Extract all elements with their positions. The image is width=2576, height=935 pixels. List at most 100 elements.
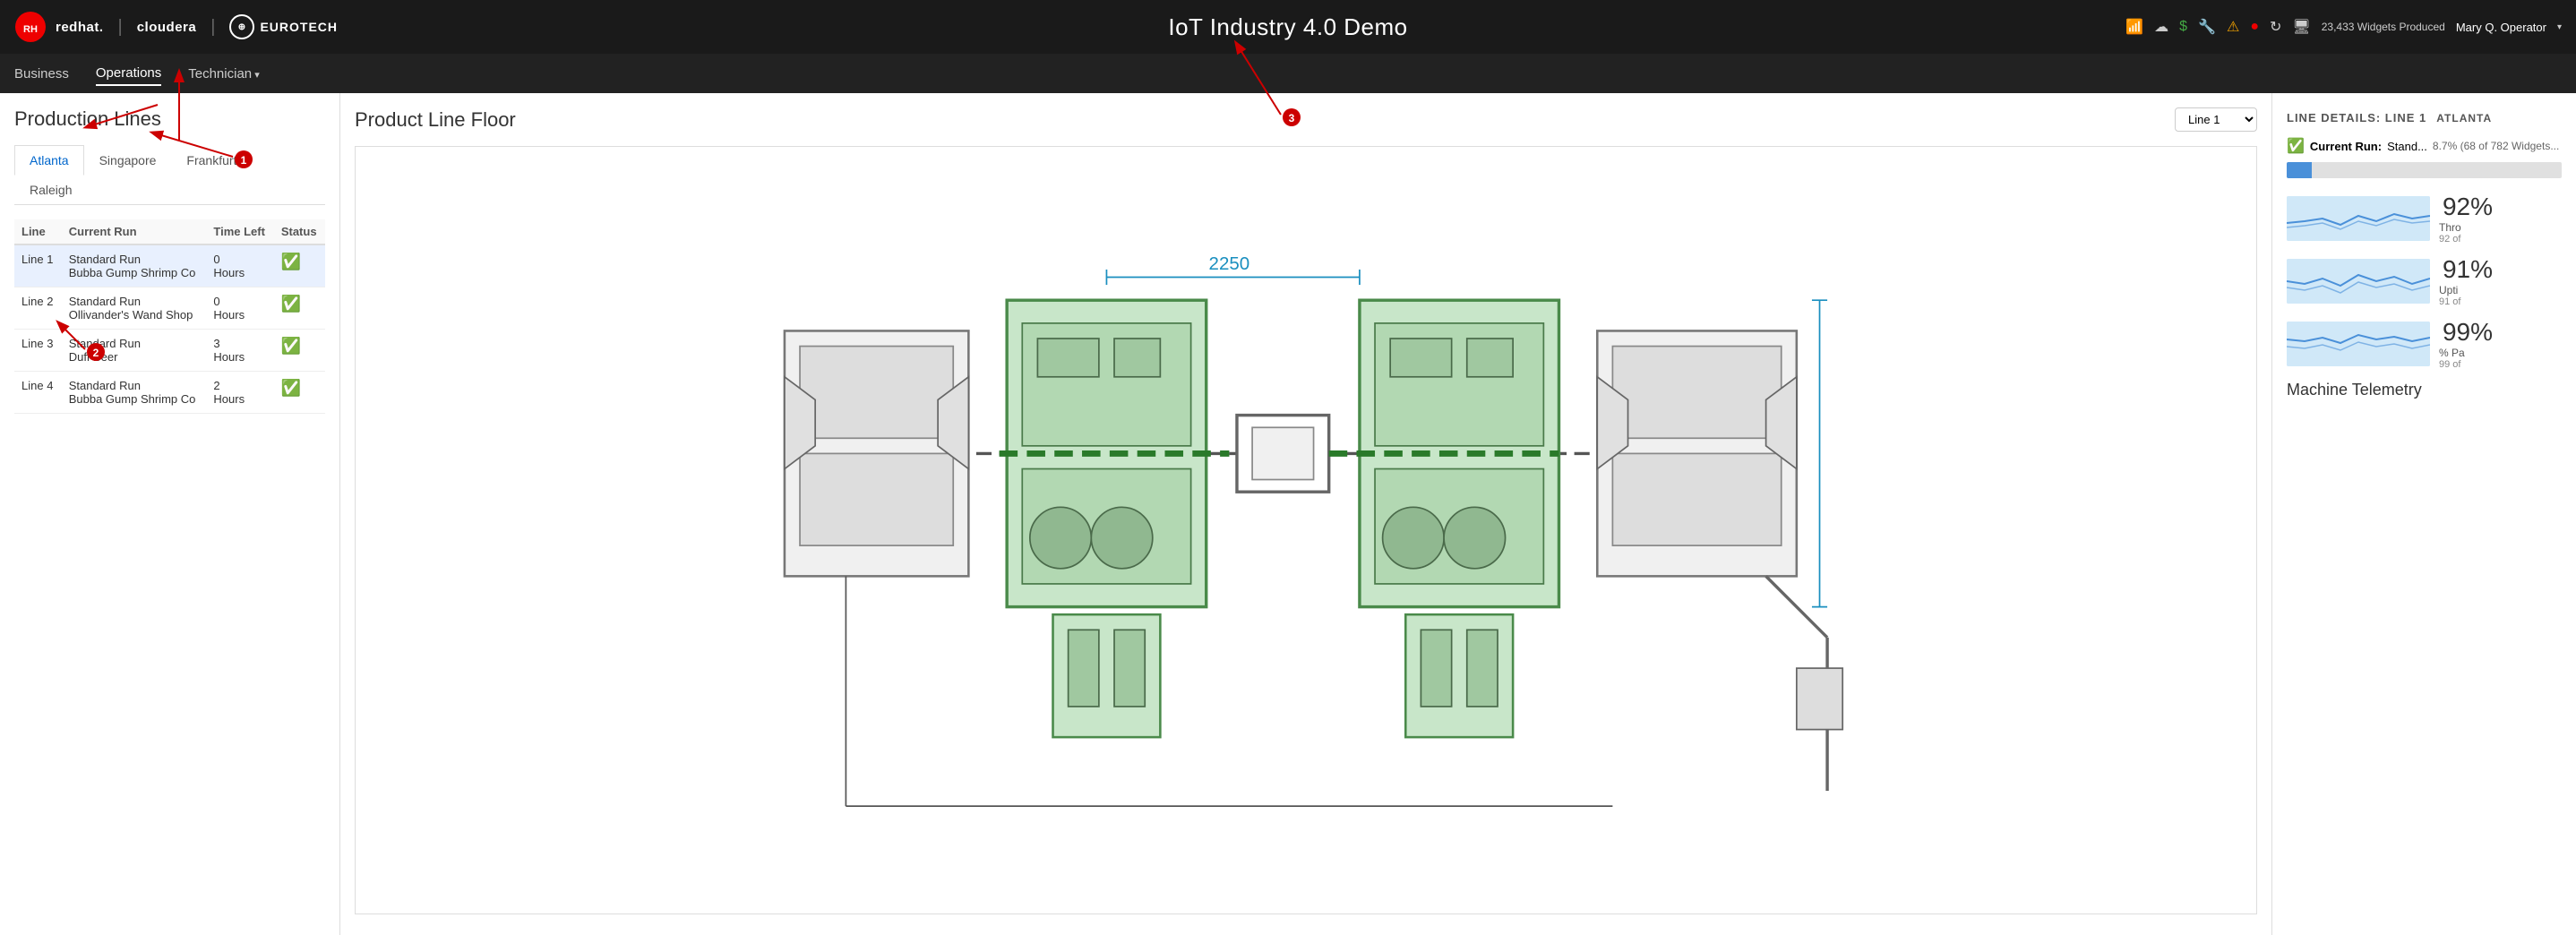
main-content: Production Lines Atlanta Singapore Frank… [0,93,2576,935]
metric-row-throughput: 92% Thro 92 of [2287,193,2562,244]
user-menu[interactable]: Mary Q. Operator [2456,21,2546,34]
location-badge: ATLANTA [2436,112,2492,124]
nav-technician[interactable]: Technician [188,63,259,85]
app-title: IoT Industry 4.0 Demo [1168,13,1407,41]
tab-singapore[interactable]: Singapore [84,145,172,175]
col-status: Status [274,219,325,244]
top-bar: RH redhat. | cloudera | ⊕ EUROTECH IoT I… [0,0,2576,54]
eurotech-label: EUROTECH [260,20,338,34]
metric-row-uptime: 91% Upti 91 of [2287,255,2562,307]
production-table: Line Current Run Time Left Status Line 1… [14,219,325,414]
eurotech-circle-icon: ⊕ [229,14,254,39]
throughput-sub: 92 of [2439,234,2493,244]
col-line: Line [14,219,62,244]
left-panel: Production Lines Atlanta Singapore Frank… [0,93,340,935]
metric-row-parts: 99% % Pa 99 of [2287,318,2562,370]
svg-text:RH: RH [23,24,38,35]
location-tabs: Atlanta Singapore Frankfurt Raleigh [14,145,325,205]
right-panel: Line Details: Line 1 ATLANTA ✅ Current R… [2271,93,2576,935]
table-row[interactable]: Line 1 Standard RunBubba Gump Shrimp Co … [14,244,325,287]
nav-operations[interactable]: Operations [96,62,161,86]
col-current-run: Current Run [62,219,207,244]
table-row[interactable]: Line 3 Standard RunDuff Beer 3Hours ✅ [14,330,325,372]
alert-red-icon[interactable]: ● [2250,19,2259,35]
cloudera-label: cloudera [137,20,197,35]
cell-line-3: Line 3 [14,330,62,372]
run-progress-bar [2287,162,2562,178]
parts-label: % Pa [2439,347,2493,359]
cell-run-1: Standard RunBubba Gump Shrimp Co [62,244,207,287]
machine-telemetry-title: Machine Telemetry [2287,381,2562,399]
dollar-icon[interactable]: $ [2179,19,2187,35]
parts-sparkline [2287,322,2430,366]
machine-3-green [1360,300,1559,737]
throughput-value-area: 92% Thro 92 of [2439,193,2493,244]
cell-run-2: Standard RunOllivander's Wand Shop [62,287,207,330]
floor-header: Product Line Floor Line 1 Line 2 Line 3 … [355,107,2257,132]
parts-chart [2287,322,2430,366]
cell-time-4: 2Hours [206,372,273,414]
cell-line-1: Line 1 [14,244,62,287]
secondary-nav: Business Operations Technician [0,54,2576,93]
alert-icon[interactable]: ⚠ [2227,18,2239,36]
monitor-icon[interactable]: 🖥 [2292,18,2310,36]
throughput-chart [2287,196,2430,241]
cell-run-3: Standard RunDuff Beer [62,330,207,372]
line-details-title: Line Details: Line 1 ATLANTA [2287,107,2562,126]
uptime-chart [2287,259,2430,304]
cell-run-4: Standard RunBubba Gump Shrimp Co [62,372,207,414]
floor-diagram: 2250 [355,146,2257,914]
widgets-count: 23,433 Widgets Produced [2322,21,2445,33]
redhat-logo-icon: RH [14,11,47,43]
user-chevron-icon[interactable]: ▾ [2557,22,2562,32]
eurotech-logo: ⊕ EUROTECH [229,14,338,39]
tab-atlanta[interactable]: Atlanta [14,145,84,176]
line-selector[interactable]: Line 1 Line 2 Line 3 Line 4 [2175,107,2257,132]
check-icon: ✅ [2287,137,2305,155]
cloud-icon[interactable]: ☁ [2154,18,2168,36]
logo-divider-1: | [118,17,123,38]
machine-4 [1597,330,1797,576]
tab-raleigh[interactable]: Raleigh [14,175,87,204]
redhat-label: redhat. [56,20,104,35]
annotation-1-arrow [68,100,176,136]
machine-2-green [1007,300,1206,737]
wifi-icon[interactable]: 📶 [2125,18,2143,36]
table-row[interactable]: Line 2 Standard RunOllivander's Wand Sho… [14,287,325,330]
svg-text:2250: 2250 [1209,253,1250,274]
tabs-row2: Raleigh [14,175,325,204]
col-time-left: Time Left [206,219,273,244]
floor-svg: 2250 [356,147,2256,914]
throughput-sparkline [2287,196,2430,241]
current-run-name: Stand... [2387,140,2427,153]
tab-frankfurt[interactable]: Frankfurt [171,145,252,175]
parts-value: 99% [2439,318,2493,347]
center-panel: Product Line Floor Line 1 Line 2 Line 3 … [340,93,2271,935]
cell-status-3: ✅ [274,330,325,372]
logo-area: RH redhat. | cloudera | ⊕ EUROTECH [14,11,338,43]
refresh-icon[interactable]: ↻ [2270,18,2281,36]
cell-time-1: 0Hours [206,244,273,287]
top-right-area: 📶 ☁ $ 🔧 ⚠ ● ↻ 🖥 23,433 Widgets Produced … [2125,18,2562,36]
cell-time-2: 0Hours [206,287,273,330]
current-run-progress: 8.7% (68 of 782 Widgets... [2433,140,2559,152]
wrench-icon[interactable]: 🔧 [2198,18,2216,36]
parts-value-area: 99% % Pa 99 of [2439,318,2493,370]
table-row[interactable]: Line 4 Standard RunBubba Gump Shrimp Co … [14,372,325,414]
throughput-label: Thro [2439,221,2493,234]
parts-sub: 99 of [2439,359,2493,370]
uptime-value: 91% [2439,255,2493,284]
cell-time-3: 3Hours [206,330,273,372]
throughput-value: 92% [2439,193,2493,221]
uptime-value-area: 91% Upti 91 of [2439,255,2493,307]
run-progress-fill [2287,162,2312,178]
uptime-sub: 91 of [2439,296,2493,307]
current-run-row: ✅ Current Run: Stand... 8.7% (68 of 782 … [2287,137,2562,155]
cell-line-2: Line 2 [14,287,62,330]
logo-divider-2: | [210,17,215,38]
cell-status-4: ✅ [274,372,325,414]
current-run-label: Current Run: [2310,140,2382,153]
cell-status-2: ✅ [274,287,325,330]
uptime-label: Upti [2439,284,2493,296]
nav-business[interactable]: Business [14,63,69,85]
